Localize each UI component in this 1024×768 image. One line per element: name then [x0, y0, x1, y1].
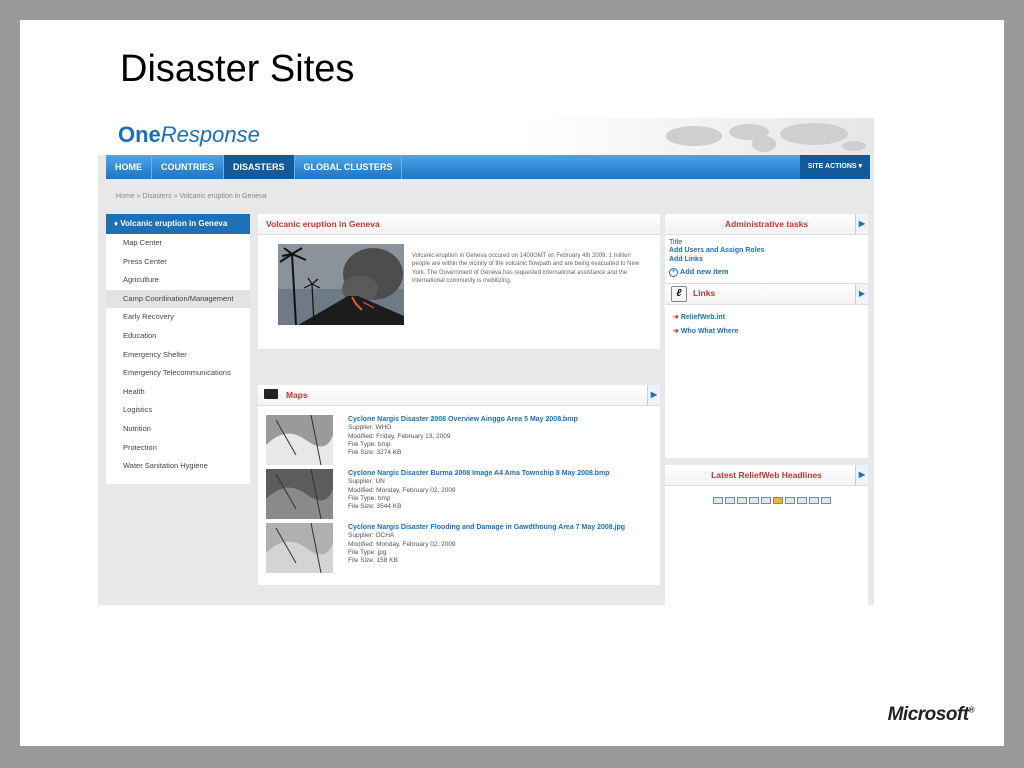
maps-panel: Maps ▶ Cyclone Nargis Disaster 2008 Over…: [258, 385, 660, 585]
map-file-link[interactable]: Cyclone Nargis Disaster 2008 Overview Ai…: [348, 415, 653, 424]
headlines-panel: Latest ReliefWeb Headlines ▶: [665, 465, 868, 605]
map-info: Cyclone Nargis Disaster Flooding and Dam…: [348, 523, 653, 566]
add-circle-icon: +: [669, 267, 678, 277]
pager-dot[interactable]: [785, 497, 795, 504]
breadcrumb: Home » Disasters » Volcanic eruption in …: [116, 193, 267, 200]
pager-dot[interactable]: [713, 497, 723, 504]
add-new-item-button[interactable]: + Add new item: [665, 267, 868, 277]
site-actions-button[interactable]: SITE ACTIONS ▾: [799, 155, 870, 179]
volcano-panel: Volcanic eruption in Geneva Volcanic eru…: [258, 214, 660, 349]
site-header: OneResponse: [98, 118, 874, 155]
admin-panel-header[interactable]: Administrative tasks ▶: [665, 214, 868, 235]
map-supplier: Supplier: UN: [348, 478, 385, 486]
pager-dot[interactable]: [773, 497, 783, 504]
link-item[interactable]: ➜ Who What Where: [665, 325, 868, 339]
nav-item-home[interactable]: HOME: [106, 155, 152, 179]
map-file-type: File Type: bmp: [348, 440, 391, 448]
map-modified: Modified: Monday, February 02, 2009: [348, 486, 456, 494]
nav-item-countries[interactable]: COUNTRIES: [152, 155, 225, 179]
left-nav-item[interactable]: Water Sanitation Hygiene: [106, 457, 250, 476]
maps-panel-title: Maps: [286, 390, 308, 400]
folder-icon: [264, 389, 278, 399]
map-file-link[interactable]: Cyclone Nargis Disaster Burma 2008 Image…: [348, 469, 653, 478]
volcano-image: [278, 244, 404, 325]
left-nav-header[interactable]: ♦ Volcanic eruption in Geneva: [106, 214, 250, 234]
admin-subtitle: Title: [669, 239, 682, 246]
map-file-size: File Size: 3274 KB: [348, 449, 402, 457]
top-nav: HOME COUNTRIES DISASTERS GLOBAL CLUSTERS SIT…: [106, 155, 870, 179]
map-supplier: Supplier: OCHA: [348, 532, 395, 540]
map-file-link[interactable]: Cyclone Nargis Disaster Flooding and Dam…: [348, 523, 653, 532]
links-panel-title: Links: [693, 287, 716, 298]
bullet-arrow-icon: ➜: [673, 327, 681, 335]
site-logo[interactable]: OneResponse: [118, 122, 260, 148]
map-file-type: File Type: jpg: [348, 548, 387, 556]
pager-dot[interactable]: [821, 497, 831, 504]
links-expand-arrow-icon[interactable]: ▶: [855, 283, 868, 304]
link-item[interactable]: ➜ ReliefWeb.int: [665, 311, 868, 325]
map-supplier: Supplier: WHO: [348, 424, 392, 432]
left-nav-item[interactable]: Protection: [106, 439, 250, 458]
microsoft-logo: Microsoft®: [887, 704, 975, 725]
map-list-item: Cyclone Nargis Disaster 2008 Overview Ai…: [266, 415, 656, 465]
slide-title: Disaster Sites: [120, 48, 355, 90]
paperclip-icon: ℓ: [671, 285, 687, 302]
admin-expand-arrow-icon[interactable]: ▶: [855, 214, 868, 234]
site-screenshot: OneResponse HOME COUNTRIES DISASTERS GLOBAL…: [98, 118, 874, 605]
add-users-link[interactable]: Add Users and Assign Roles: [665, 246, 868, 255]
headlines-pager: [713, 497, 831, 504]
headlines-panel-title: Latest ReliefWeb Headlines: [711, 470, 822, 480]
map-list-item: Cyclone Nargis Disaster Burma 2008 Image…: [266, 469, 656, 519]
nav-item-global-clusters[interactable]: GLOBAL CLUSTERS: [295, 155, 403, 179]
maps-panel-header[interactable]: Maps ▶: [258, 385, 660, 406]
left-nav-item[interactable]: Camp Coordination/Management: [106, 289, 250, 309]
links-panel-header[interactable]: ℓ Links ▶: [665, 282, 868, 305]
admin-panel: Administrative tasks ▶ Title Add Users a…: [665, 214, 868, 458]
pager-dot[interactable]: [737, 497, 747, 504]
left-nav-item[interactable]: Emergency Shelter: [106, 346, 250, 365]
bullet-arrow-icon: ➜: [673, 313, 681, 321]
left-nav-item[interactable]: Health: [106, 383, 250, 402]
admin-panel-title: Administrative tasks: [724, 219, 809, 229]
left-nav: ♦ Volcanic eruption in Geneva Map Center…: [106, 214, 250, 484]
left-nav-item[interactable]: Early Recovery: [106, 308, 250, 327]
map-info: Cyclone Nargis Disaster Burma 2008 Image…: [348, 469, 653, 512]
world-map-icon: [666, 123, 866, 152]
map-file-size: File Size: 158 KB: [348, 557, 398, 565]
map-thumbnail[interactable]: [266, 469, 333, 519]
headlines-expand-arrow-icon[interactable]: ▶: [855, 465, 868, 485]
map-modified: Modified: Friday, February 13, 2009: [348, 432, 451, 440]
slide: Disaster Sites OneResponse HOME COUNTRIES…: [20, 20, 1004, 746]
left-nav-item[interactable]: Agriculture: [106, 271, 250, 290]
left-nav-item[interactable]: Press Center: [106, 253, 250, 272]
pager-dot[interactable]: [797, 497, 807, 504]
pager-dot[interactable]: [725, 497, 735, 504]
add-links-link[interactable]: Add Links: [665, 255, 868, 264]
map-file-size: File Size: 3544 KB: [348, 503, 402, 511]
map-file-type: File Type: bmp: [348, 494, 391, 502]
pager-dot[interactable]: [749, 497, 759, 504]
left-nav-item[interactable]: Map Center: [106, 234, 250, 253]
headlines-panel-header[interactable]: Latest ReliefWeb Headlines ▶: [665, 465, 868, 486]
left-nav-item[interactable]: Nutrition: [106, 420, 250, 439]
map-list-item: Cyclone Nargis Disaster Flooding and Dam…: [266, 523, 656, 573]
left-nav-item[interactable]: Education: [106, 327, 250, 346]
maps-expand-arrow-icon[interactable]: ▶: [647, 385, 660, 405]
pager-dot[interactable]: [761, 497, 771, 504]
volcano-panel-title: Volcanic eruption in Geneva: [258, 214, 660, 235]
volcano-description: Volcanic eruption in Geneva occured on 1…: [412, 253, 640, 285]
map-thumbnail[interactable]: [266, 415, 333, 465]
map-thumbnail[interactable]: [266, 523, 333, 573]
map-info: Cyclone Nargis Disaster 2008 Overview Ai…: [348, 415, 653, 458]
left-nav-item[interactable]: Logistics: [106, 401, 250, 420]
left-nav-item[interactable]: Emergency Telecommunications: [106, 364, 250, 383]
pager-dot[interactable]: [809, 497, 819, 504]
nav-item-disasters[interactable]: DISASTERS: [224, 155, 295, 179]
map-modified: Modified: Monday, February 02, 2009: [348, 540, 456, 548]
